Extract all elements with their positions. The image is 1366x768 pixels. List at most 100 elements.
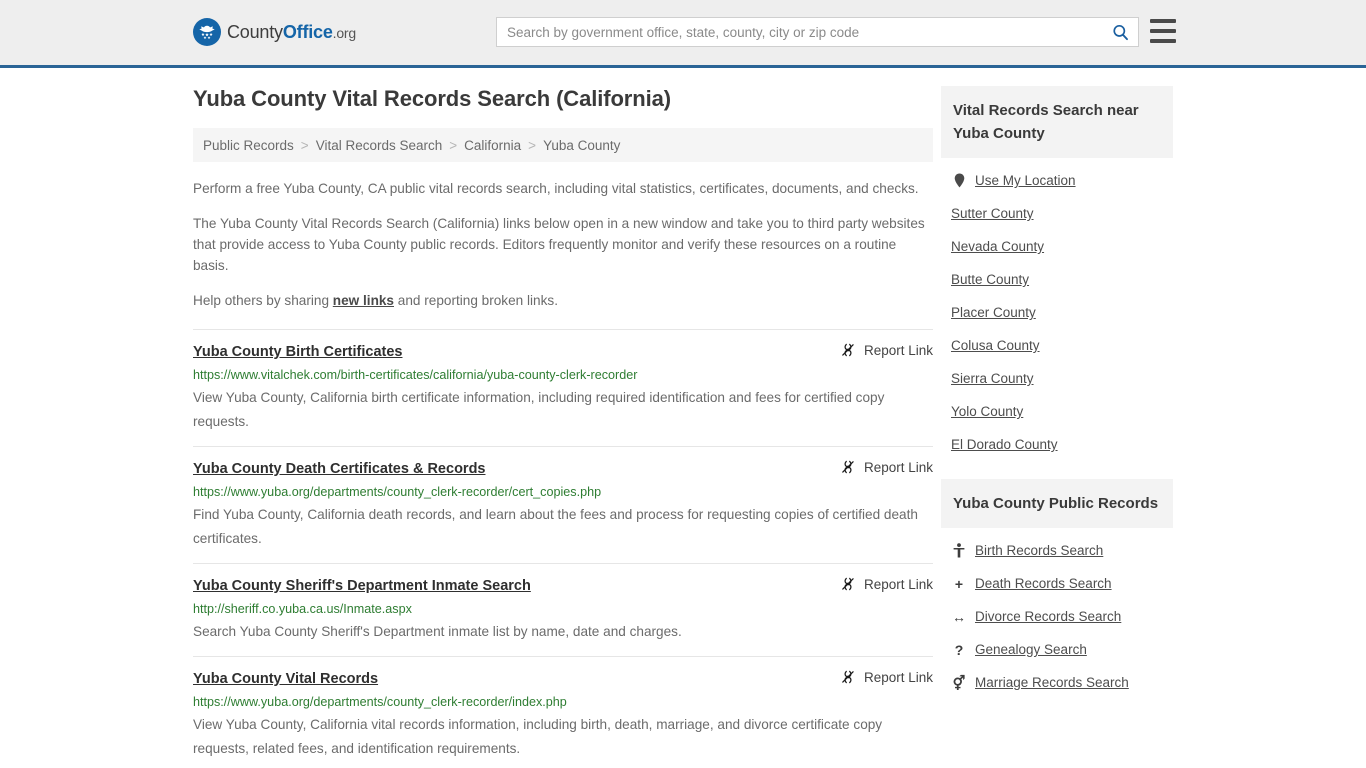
report-link-button[interactable]: Report Link	[826, 459, 933, 475]
hamburger-menu-icon[interactable]	[1150, 19, 1176, 43]
logo-word-tld: .org	[332, 24, 357, 41]
result-item: Yuba County Sheriff's Department Inmate …	[193, 563, 933, 656]
sidebar-nearby-title: Vital Records Search near Yuba County	[941, 86, 1173, 158]
result-item: Yuba County Birth Certificates Report Li…	[193, 329, 933, 446]
broken-chain-icon	[842, 577, 854, 591]
breadcrumb-separator: >	[300, 137, 309, 153]
sidebar-link-label[interactable]: Butte County	[951, 272, 1029, 287]
hamburger-bar-3	[1150, 39, 1176, 43]
sidebar-item-el-dorado-county[interactable]: El Dorado County	[941, 428, 1173, 461]
sidebar-item-placer-county[interactable]: Placer County	[941, 296, 1173, 329]
sidebar-link-label[interactable]: Use My Location	[975, 173, 1076, 188]
new-links-link[interactable]: new links	[333, 293, 394, 308]
breadcrumb: Public Records > Vital Records Search > …	[193, 128, 933, 162]
report-link-button[interactable]: Report Link	[826, 669, 933, 685]
report-link-label: Report Link	[863, 459, 933, 475]
hamburger-bar-1	[1150, 19, 1176, 23]
sidebar-link-label[interactable]: Birth Records Search	[975, 543, 1103, 558]
breadcrumb-item-yuba-county[interactable]: Yuba County	[543, 138, 620, 153]
result-title-link[interactable]: Yuba County Death Certificates & Records	[193, 459, 486, 479]
sidebar-item-sutter-county[interactable]: Sutter County	[941, 197, 1173, 230]
sidebar-item-divorce-records-search[interactable]: ↔ Divorce Records Search	[941, 600, 1173, 633]
result-title-link[interactable]: Yuba County Sheriff's Department Inmate …	[193, 576, 531, 596]
male-female-icon: ⚥	[952, 674, 966, 691]
hamburger-bar-2	[1150, 29, 1176, 33]
intro-p3-before: Help others by sharing	[193, 293, 333, 308]
broken-chain-icon	[842, 343, 854, 357]
baby-icon	[951, 543, 967, 558]
sidebar-link-label[interactable]: Death Records Search	[975, 576, 1112, 591]
sidebar-link-label[interactable]: Marriage Records Search	[975, 675, 1129, 690]
search-bar[interactable]	[496, 17, 1139, 47]
sidebar-public-records-title: Yuba County Public Records	[941, 479, 1173, 528]
sidebar-item-birth-records-search[interactable]: Birth Records Search	[941, 534, 1173, 567]
result-url[interactable]: https://www.vitalchek.com/birth-certific…	[193, 367, 933, 384]
sidebar-nearby-list: Use My Location Sutter County Nevada Cou…	[941, 158, 1173, 461]
result-url[interactable]: https://www.yuba.org/departments/county_…	[193, 484, 933, 501]
left-right-arrow-icon: ↔	[952, 608, 966, 625]
report-link-label: Report Link	[863, 669, 933, 685]
map-pin-icon	[951, 173, 967, 188]
question-mark-icon: ?	[954, 641, 964, 658]
sidebar-item-genealogy-search[interactable]: ? Genealogy Search	[941, 633, 1173, 666]
breadcrumb-item-vital-records-search[interactable]: Vital Records Search	[316, 138, 443, 153]
logo-word-office: Office	[282, 21, 333, 42]
sidebar-link-label[interactable]: El Dorado County	[951, 437, 1058, 452]
intro-paragraph-2: The Yuba County Vital Records Search (Ca…	[193, 216, 925, 273]
sidebar-link-label[interactable]: Sutter County	[951, 206, 1034, 221]
breadcrumb-separator: >	[449, 137, 458, 153]
result-item: Yuba County Vital Records Report Link ht…	[193, 656, 933, 768]
sidebar-link-label[interactable]: Placer County	[951, 305, 1036, 320]
broken-chain-icon	[842, 460, 854, 474]
sidebar-public-records-list: Birth Records Search + Death Records Sea…	[941, 528, 1173, 699]
report-link-label: Report Link	[863, 342, 933, 358]
result-item: Yuba County Death Certificates & Records…	[193, 446, 933, 563]
sidebar-link-label[interactable]: Nevada County	[951, 239, 1044, 254]
search-icon	[1112, 24, 1128, 40]
result-description: View Yuba County, California vital recor…	[193, 717, 883, 756]
sidebar: Vital Records Search near Yuba County Us…	[933, 86, 1173, 768]
sidebar-item-colusa-county[interactable]: Colusa County	[941, 329, 1173, 362]
logo-wordmark: CountyOffice.org	[227, 22, 356, 43]
sidebar-item-butte-county[interactable]: Butte County	[941, 263, 1173, 296]
sidebar-link-label[interactable]: Yolo County	[951, 404, 1023, 419]
result-url[interactable]: https://www.yuba.org/departments/county_…	[193, 694, 933, 711]
sidebar-item-sierra-county[interactable]: Sierra County	[941, 362, 1173, 395]
cross-icon: +	[954, 575, 964, 592]
result-title-link[interactable]: Yuba County Birth Certificates	[193, 342, 402, 362]
intro-p3-after: and reporting broken links.	[394, 293, 558, 308]
eagle-seal-icon	[193, 18, 221, 46]
page-body: Yuba County Vital Records Search (Califo…	[0, 68, 1366, 768]
search-input[interactable]	[497, 18, 1102, 46]
intro-text: Perform a free Yuba County, CA public vi…	[193, 178, 933, 311]
result-title-link[interactable]: Yuba County Vital Records	[193, 669, 378, 689]
sidebar-item-marriage-records-search[interactable]: ⚥ Marriage Records Search	[941, 666, 1173, 699]
site-logo[interactable]: CountyOffice.org	[193, 18, 356, 46]
site-header: CountyOffice.org	[0, 0, 1366, 68]
report-link-button[interactable]: Report Link	[826, 576, 933, 592]
breadcrumb-item-california[interactable]: California	[464, 138, 521, 153]
logo-word-county: County	[227, 21, 283, 42]
result-url[interactable]: http://sheriff.co.yuba.ca.us/Inmate.aspx	[193, 601, 933, 618]
result-description: Find Yuba County, California death recor…	[193, 507, 918, 546]
sidebar-item-death-records-search[interactable]: + Death Records Search	[941, 567, 1173, 600]
breadcrumb-item-public-records[interactable]: Public Records	[203, 138, 294, 153]
sidebar-link-label[interactable]: Colusa County	[951, 338, 1040, 353]
breadcrumb-separator: >	[528, 137, 537, 153]
sidebar-item-yolo-county[interactable]: Yolo County	[941, 395, 1173, 428]
sidebar-item-nevada-county[interactable]: Nevada County	[941, 230, 1173, 263]
sidebar-link-label[interactable]: Sierra County	[951, 371, 1034, 386]
report-link-label: Report Link	[863, 576, 933, 592]
intro-paragraph-3: Help others by sharing new links and rep…	[193, 290, 933, 311]
result-description: View Yuba County, California birth certi…	[193, 390, 885, 429]
broken-chain-icon	[842, 670, 854, 684]
main-content: Yuba County Vital Records Search (Califo…	[193, 86, 933, 768]
intro-paragraph-1: Perform a free Yuba County, CA public vi…	[193, 181, 919, 196]
result-description: Search Yuba County Sheriff's Department …	[193, 624, 682, 639]
sidebar-item-use-my-location[interactable]: Use My Location	[941, 164, 1173, 197]
sidebar-link-label[interactable]: Divorce Records Search	[975, 609, 1121, 624]
sidebar-link-label[interactable]: Genealogy Search	[975, 642, 1087, 657]
report-link-button[interactable]: Report Link	[826, 342, 933, 358]
search-button[interactable]	[1102, 18, 1138, 46]
